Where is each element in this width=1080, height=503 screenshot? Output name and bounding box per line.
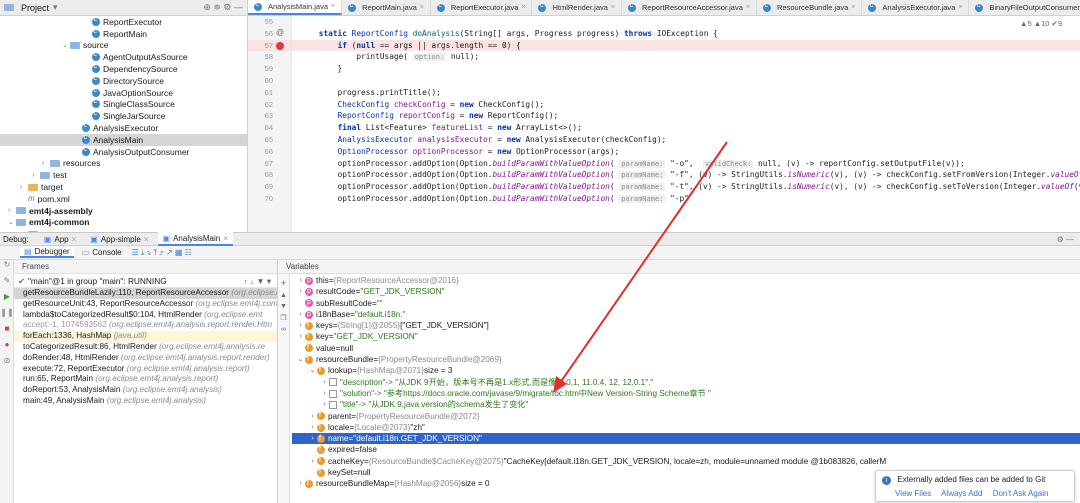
info-icon: i xyxy=(882,476,891,485)
annotation-arrow xyxy=(553,141,728,393)
view-files-link[interactable]: View Files xyxy=(895,489,931,498)
arrow-head xyxy=(553,376,567,393)
git-notification: i Externally added files can be added to… xyxy=(875,470,1075,502)
notification-text: Externally added files can be added to G… xyxy=(897,475,1046,484)
always-add-link[interactable]: Always Add xyxy=(941,489,982,498)
dont-ask-again-link[interactable]: Don't Ask Again xyxy=(993,489,1049,498)
arrow-shaft xyxy=(559,141,728,384)
